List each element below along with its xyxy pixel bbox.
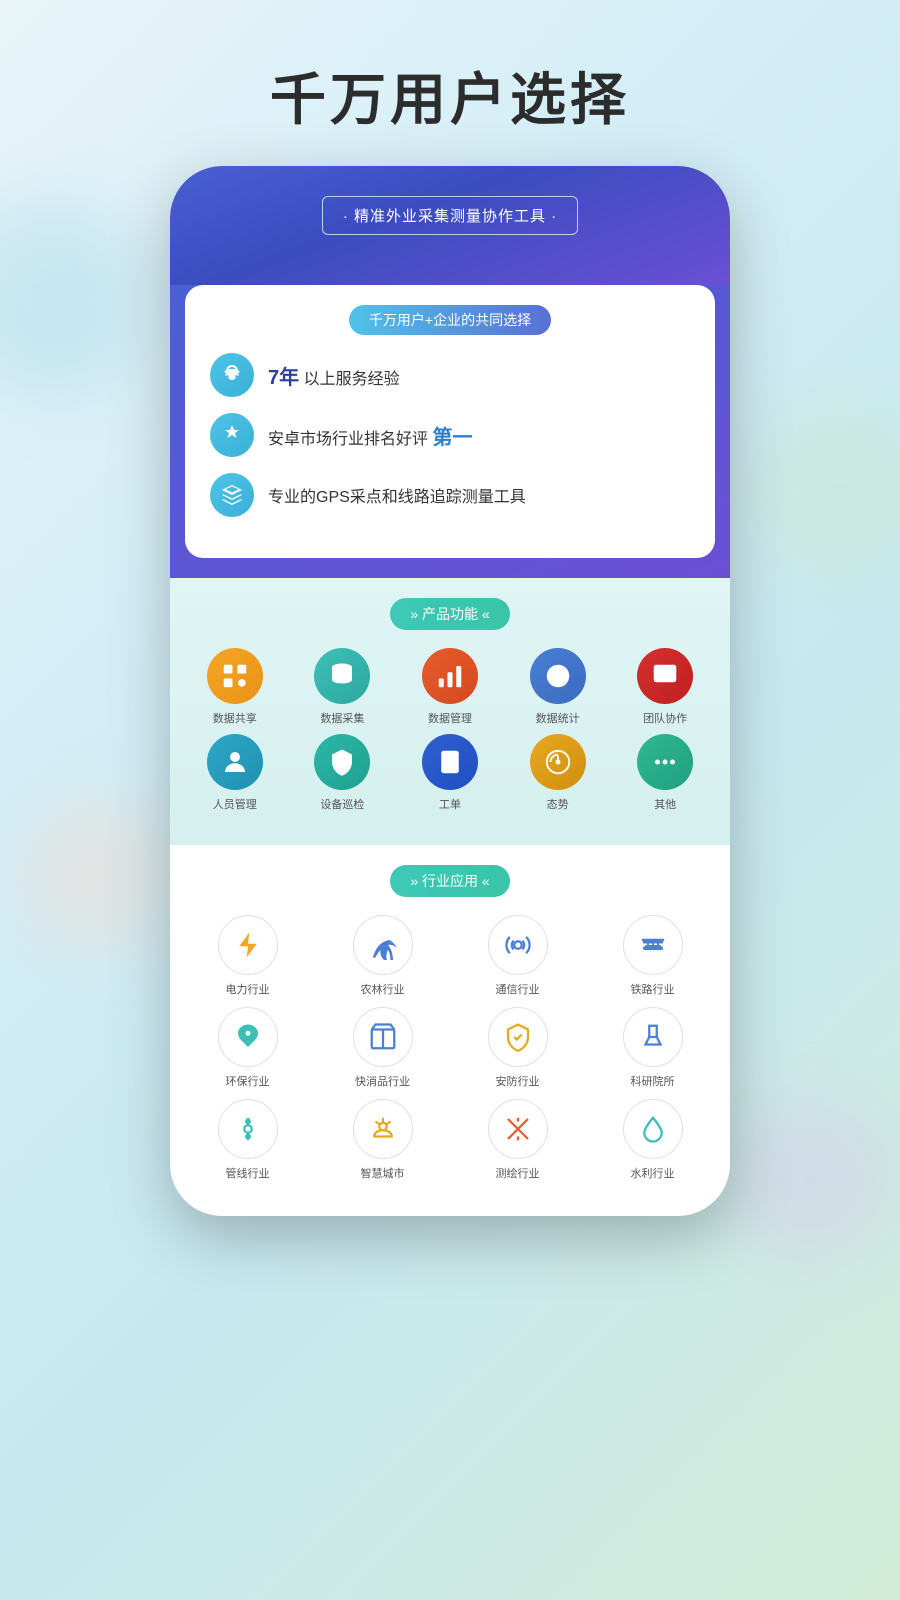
industry-item-rail[interactable]: 铁路行业	[590, 915, 715, 997]
icon-water	[623, 1099, 683, 1159]
label-fmcg: 快消品行业	[355, 1073, 410, 1089]
industry-section-title: » 行业应用 «	[185, 865, 715, 897]
label-telecom: 通信行业	[496, 981, 540, 997]
product-item-data-stats[interactable]: 数据统计	[508, 648, 608, 726]
product-item-data-collect[interactable]: 数据采集	[293, 648, 393, 726]
label-enviro: 环保行业	[226, 1073, 270, 1089]
icon-enviro	[218, 1007, 278, 1067]
label-situation: 态势	[547, 796, 569, 812]
icon-data-share	[207, 648, 263, 704]
industry-item-smart-city[interactable]: 智慧城市	[320, 1099, 445, 1181]
label-smart-city: 智慧城市	[361, 1165, 405, 1181]
feature-icon-3	[210, 473, 254, 517]
product-item-data-manage[interactable]: 数据管理	[400, 648, 500, 726]
icon-team	[637, 648, 693, 704]
feature-item-2: 安卓市场行业排名好评 第一	[210, 413, 690, 457]
icon-data-collect	[314, 648, 370, 704]
industry-section-title-text: » 行业应用 «	[390, 865, 509, 897]
icon-telecom	[488, 915, 548, 975]
industry-item-water[interactable]: 水利行业	[590, 1099, 715, 1181]
label-inspection: 设备巡检	[320, 796, 364, 812]
feature-text-1: 7年 以上服务经验	[268, 361, 400, 390]
label-data-share: 数据共享	[213, 710, 257, 726]
industry-item-agri[interactable]: 农林行业	[320, 915, 445, 997]
industry-item-enviro[interactable]: 环保行业	[185, 1007, 310, 1089]
icon-rail	[623, 915, 683, 975]
label-survey: 测绘行业	[496, 1165, 540, 1181]
card-subtitle-text: 千万用户+企业的共同选择	[349, 305, 551, 335]
icon-fmcg	[353, 1007, 413, 1067]
product-functions-section: » 产品功能 « 数据共享 数据采集	[170, 578, 730, 845]
feature-text-3: 专业的GPS采点和线路追踪测量工具	[268, 483, 526, 507]
product-section-title-text: » 产品功能 «	[390, 598, 509, 630]
label-data-collect: 数据采集	[320, 710, 364, 726]
icon-workorder	[422, 734, 478, 790]
industry-item-telecom[interactable]: 通信行业	[455, 915, 580, 997]
label-agri: 农林行业	[361, 981, 405, 997]
industry-row-1: 电力行业 农林行业 通信行业	[185, 915, 715, 997]
feature-item-3: 专业的GPS采点和线路追踪测量工具	[210, 473, 690, 517]
icon-survey	[488, 1099, 548, 1159]
industry-row-3: 管线行业 智慧城市 测绘行业	[185, 1099, 715, 1181]
page-title: 千万用户选择	[0, 0, 900, 166]
icon-research	[623, 1007, 683, 1067]
feature-text-2: 安卓市场行业排名好评 第一	[268, 421, 472, 450]
feature-card: 千万用户+企业的共同选择 7年 以上服务经验	[185, 285, 715, 558]
industry-item-survey[interactable]: 测绘行业	[455, 1099, 580, 1181]
label-rail: 铁路行业	[631, 981, 675, 997]
feature-icon-2	[210, 413, 254, 457]
label-other: 其他	[654, 796, 676, 812]
label-data-stats: 数据统计	[536, 710, 580, 726]
banner-tag: · 精准外业采集测量协作工具 ·	[322, 196, 578, 235]
label-pipeline: 管线行业	[226, 1165, 270, 1181]
icon-other	[637, 734, 693, 790]
icon-inspection	[314, 734, 370, 790]
icon-personnel	[207, 734, 263, 790]
product-icon-row-1: 数据共享 数据采集 数据管理	[185, 648, 715, 726]
icon-agri	[353, 915, 413, 975]
product-item-team[interactable]: 团队协作	[615, 648, 715, 726]
feature-icon-1	[210, 353, 254, 397]
icon-data-stats	[530, 648, 586, 704]
industry-section: » 行业应用 « 电力行业 农林行业	[170, 845, 730, 1216]
label-data-manage: 数据管理	[428, 710, 472, 726]
label-team: 团队协作	[643, 710, 687, 726]
card-subtitle: 千万用户+企业的共同选择	[210, 305, 690, 335]
icon-situation	[530, 734, 586, 790]
product-section-title: » 产品功能 «	[185, 598, 715, 630]
industry-item-power[interactable]: 电力行业	[185, 915, 310, 997]
icon-security	[488, 1007, 548, 1067]
label-power: 电力行业	[226, 981, 270, 997]
industry-item-pipeline[interactable]: 管线行业	[185, 1099, 310, 1181]
industry-row-2: 环保行业 快消品行业 安防行业	[185, 1007, 715, 1089]
label-security: 安防行业	[496, 1073, 540, 1089]
product-icon-row-2: 人员管理 设备巡检 工单	[185, 734, 715, 812]
icon-power	[218, 915, 278, 975]
label-research: 科研院所	[631, 1073, 675, 1089]
phone-mockup: · 精准外业采集测量协作工具 · 千万用户+企业的共同选择 7年 以上服务经验	[170, 166, 730, 1216]
industry-item-research[interactable]: 科研院所	[590, 1007, 715, 1089]
product-item-workorder[interactable]: 工单	[400, 734, 500, 812]
label-water: 水利行业	[631, 1165, 675, 1181]
industry-item-fmcg[interactable]: 快消品行业	[320, 1007, 445, 1089]
label-workorder: 工单	[439, 796, 461, 812]
product-item-inspection[interactable]: 设备巡检	[293, 734, 393, 812]
product-item-other[interactable]: 其他	[615, 734, 715, 812]
label-personnel: 人员管理	[213, 796, 257, 812]
product-item-personnel[interactable]: 人员管理	[185, 734, 285, 812]
icon-pipeline	[218, 1099, 278, 1159]
feature-item-1: 7年 以上服务经验	[210, 353, 690, 397]
icon-data-manage	[422, 648, 478, 704]
icon-smart-city	[353, 1099, 413, 1159]
industry-item-security[interactable]: 安防行业	[455, 1007, 580, 1089]
product-item-situation[interactable]: 态势	[508, 734, 608, 812]
phone-header: · 精准外业采集测量协作工具 ·	[170, 166, 730, 285]
product-item-data-share[interactable]: 数据共享	[185, 648, 285, 726]
